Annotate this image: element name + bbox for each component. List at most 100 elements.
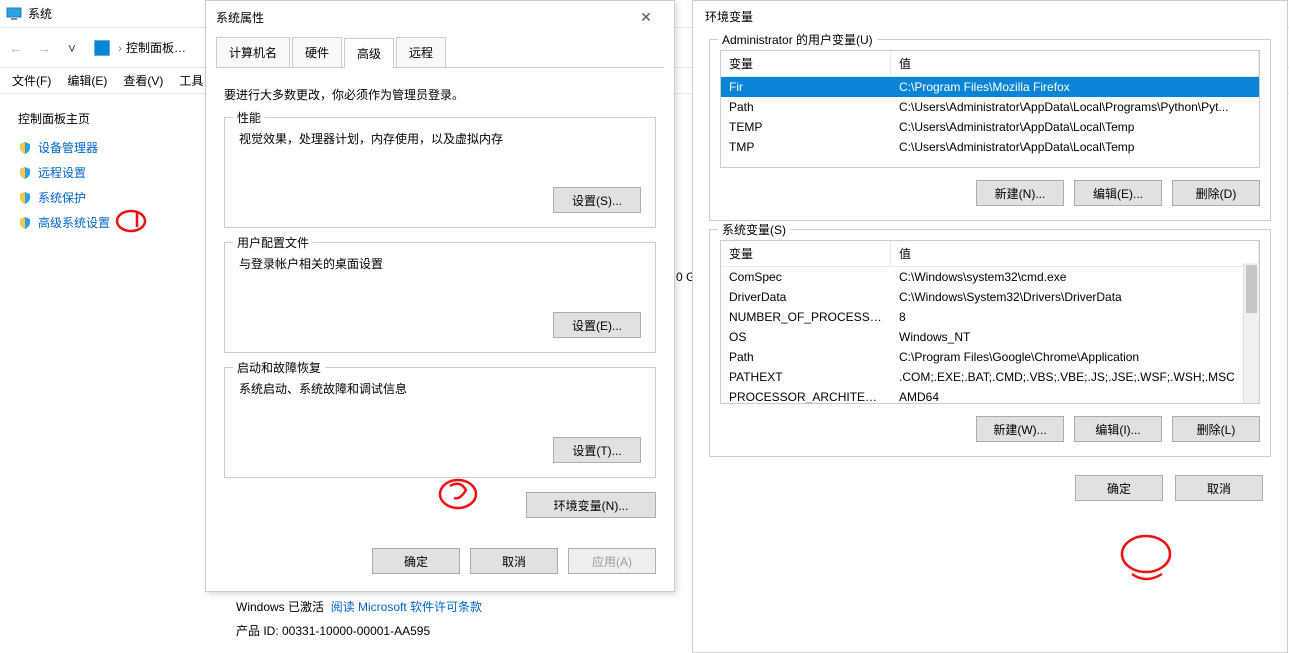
- menu-view[interactable]: 查看(V): [123, 72, 163, 89]
- edit-user-var-button[interactable]: 编辑(E)...: [1074, 180, 1162, 206]
- env-vars-button[interactable]: 环境变量(N)...: [526, 492, 656, 518]
- cell-val: Windows_NT: [891, 327, 1259, 347]
- group-performance: 性能 视觉效果，处理器计划，内存使用，以及虚拟内存 设置(S)...: [224, 117, 656, 228]
- license-link[interactable]: 阅读 Microsoft 软件许可条款: [331, 600, 482, 614]
- admin-notice: 要进行大多数更改，你必须作为管理员登录。: [224, 86, 656, 103]
- table-row[interactable]: PathC:\Program Files\Google\Chrome\Appli…: [721, 347, 1259, 367]
- table-row[interactable]: ComSpecC:\Windows\system32\cmd.exe: [721, 267, 1259, 287]
- table-row[interactable]: DriverDataC:\Windows\System32\Drivers\Dr…: [721, 287, 1259, 307]
- cell-var: TMP: [721, 137, 891, 157]
- activation-status: Windows 已激活: [236, 600, 324, 614]
- table-row[interactable]: PROCESSOR_ARCHITECT...AMD64: [721, 387, 1259, 403]
- cancel-button[interactable]: 取消: [1175, 475, 1263, 501]
- tab-hardware[interactable]: 硬件: [292, 37, 342, 67]
- startup-settings-button[interactable]: 设置(T)...: [553, 437, 641, 463]
- ok-button[interactable]: 确定: [372, 548, 460, 574]
- group-startup: 启动和故障恢复 系统启动、系统故障和调试信息 设置(T)...: [224, 367, 656, 478]
- shield-icon: [18, 191, 32, 205]
- col-var[interactable]: 变量: [721, 51, 891, 76]
- menu-edit[interactable]: 编辑(E): [67, 72, 107, 89]
- apply-button[interactable]: 应用(A): [568, 548, 656, 574]
- sidebar-item-protection[interactable]: 系统保护: [18, 189, 187, 206]
- forward-arrow-icon[interactable]: →: [34, 38, 54, 58]
- tab-advanced[interactable]: 高级: [344, 38, 394, 68]
- shield-icon: [18, 216, 32, 230]
- col-val[interactable]: 值: [891, 241, 1259, 266]
- cell-val: C:\Program Files\Mozilla Firefox: [891, 77, 1259, 97]
- dialog-title-text: 系统属性: [216, 9, 264, 26]
- col-val[interactable]: 值: [891, 51, 1259, 76]
- product-id: 产品 ID: 00331-10000-00001-AA595: [236, 622, 430, 639]
- sidebar-item-device-manager[interactable]: 设备管理器: [18, 139, 187, 156]
- back-arrow-icon[interactable]: ←: [6, 38, 26, 58]
- tab-remote[interactable]: 远程: [396, 37, 446, 67]
- pc-icon: [94, 40, 110, 56]
- cell-var: NUMBER_OF_PROCESSORS: [721, 307, 891, 327]
- cell-var: Fir: [721, 77, 891, 97]
- table-row[interactable]: TMPC:\Users\Administrator\AppData\Local\…: [721, 137, 1259, 157]
- dialog-titlebar[interactable]: 环境变量: [693, 1, 1287, 31]
- new-user-var-button[interactable]: 新建(N)...: [976, 180, 1064, 206]
- new-sys-var-button[interactable]: 新建(W)...: [976, 416, 1064, 442]
- cell-val: C:\Users\Administrator\AppData\Local\Tem…: [891, 117, 1259, 137]
- cell-val: C:\Program Files\Google\Chrome\Applicati…: [891, 347, 1259, 367]
- col-var[interactable]: 变量: [721, 241, 891, 266]
- profiles-settings-button[interactable]: 设置(E)...: [553, 312, 641, 338]
- cell-var: Path: [721, 97, 891, 117]
- sidebar-item-advanced[interactable]: 高级系统设置: [18, 214, 187, 231]
- group-desc: 系统启动、系统故障和调试信息: [239, 380, 641, 397]
- sidebar-header: 控制面板主页: [18, 110, 187, 127]
- chevron-right-icon: ›: [114, 41, 126, 55]
- address-bar[interactable]: › 控制面板…: [90, 39, 186, 56]
- dialog-title-text: 环境变量: [705, 8, 753, 25]
- delete-sys-var-button[interactable]: 删除(L): [1172, 416, 1260, 442]
- scrollbar[interactable]: [1243, 263, 1259, 403]
- table-row[interactable]: PATHEXT.COM;.EXE;.BAT;.CMD;.VBS;.VBE;.JS…: [721, 367, 1259, 387]
- dialog-titlebar[interactable]: 系统属性 ✕: [206, 1, 674, 33]
- cell-val: 8: [891, 307, 1259, 327]
- cell-var: PROCESSOR_ARCHITECT...: [721, 387, 891, 403]
- dialog-system-properties: 系统属性 ✕ 计算机名 硬件 高级 远程 要进行大多数更改，你必须作为管理员登录…: [205, 0, 675, 592]
- delete-user-var-button[interactable]: 删除(D): [1172, 180, 1260, 206]
- group-title: 性能: [233, 109, 265, 126]
- table-row[interactable]: FirC:\Program Files\Mozilla Firefox: [721, 77, 1259, 97]
- menu-tools[interactable]: 工具: [179, 72, 203, 89]
- group-title: Administrator 的用户变量(U): [718, 31, 877, 48]
- menu-file[interactable]: 文件(F): [12, 72, 51, 89]
- cell-var: Path: [721, 347, 891, 367]
- system-icon: [6, 6, 22, 22]
- edit-sys-var-button[interactable]: 编辑(I)...: [1074, 416, 1162, 442]
- scrollbar-thumb[interactable]: [1246, 265, 1257, 313]
- group-title: 用户配置文件: [233, 234, 313, 251]
- cell-val: .COM;.EXE;.BAT;.CMD;.VBS;.VBE;.JS;.JSE;.…: [891, 367, 1259, 387]
- bg-title: 系统: [28, 5, 52, 22]
- cell-var: ComSpec: [721, 267, 891, 287]
- group-user-profiles: 用户配置文件 与登录帐户相关的桌面设置 设置(E)...: [224, 242, 656, 353]
- up-arrow-icon[interactable]: ˅: [62, 38, 82, 58]
- close-icon[interactable]: ✕: [628, 5, 664, 29]
- table-row[interactable]: TEMPC:\Users\Administrator\AppData\Local…: [721, 117, 1259, 137]
- cell-var: TEMP: [721, 117, 891, 137]
- cell-val: C:\Windows\system32\cmd.exe: [891, 267, 1259, 287]
- shield-icon: [18, 141, 32, 155]
- sidebar-item-label: 远程设置: [38, 164, 86, 181]
- tab-computer-name[interactable]: 计算机名: [216, 37, 290, 67]
- cell-val: C:\Users\Administrator\AppData\Local\Tem…: [891, 137, 1259, 157]
- tabs: 计算机名 硬件 高级 远程: [206, 33, 674, 67]
- table-row[interactable]: PathC:\Users\Administrator\AppData\Local…: [721, 97, 1259, 117]
- table-row[interactable]: NUMBER_OF_PROCESSORS8: [721, 307, 1259, 327]
- sidebar-item-label: 高级系统设置: [38, 214, 110, 231]
- activation-line: Windows 已激活 阅读 Microsoft 软件许可条款: [236, 598, 482, 615]
- group-title: 启动和故障恢复: [233, 359, 325, 376]
- breadcrumb[interactable]: 控制面板…: [126, 39, 186, 56]
- cancel-button[interactable]: 取消: [470, 548, 558, 574]
- shield-icon: [18, 166, 32, 180]
- perf-settings-button[interactable]: 设置(S)...: [553, 187, 641, 213]
- sidebar-item-remote[interactable]: 远程设置: [18, 164, 187, 181]
- cell-var: OS: [721, 327, 891, 347]
- sidebar-item-label: 系统保护: [38, 189, 86, 206]
- ok-button[interactable]: 确定: [1075, 475, 1163, 501]
- table-row[interactable]: OSWindows_NT: [721, 327, 1259, 347]
- table-user-vars[interactable]: 变量 值 FirC:\Program Files\Mozilla Firefox…: [720, 50, 1260, 168]
- table-sys-vars[interactable]: 变量 值 ComSpecC:\Windows\system32\cmd.exeD…: [720, 240, 1260, 404]
